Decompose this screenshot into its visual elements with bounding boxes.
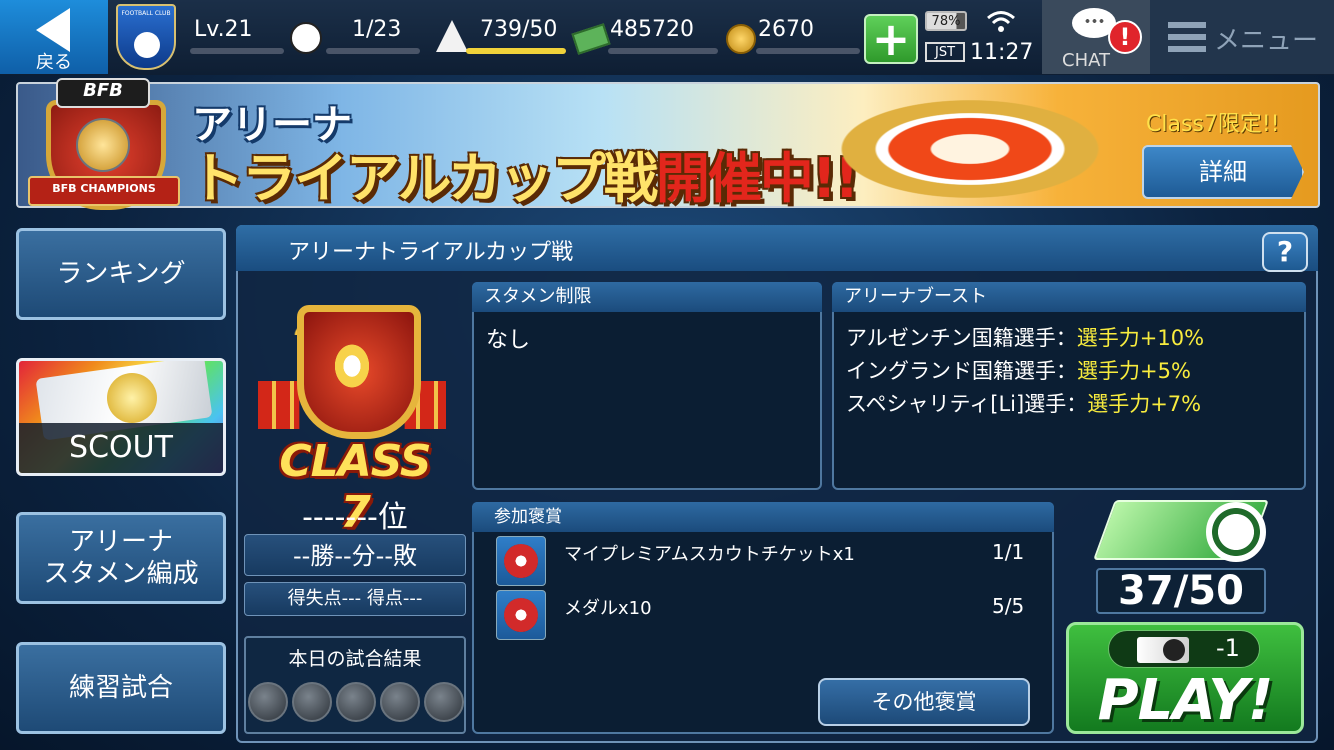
participation-rewards-header: 参加褒賞 [472,502,1054,532]
boost-label: アルゼンチン国籍選手： [846,326,1077,350]
starter-limit-panel [472,282,822,490]
reward-name: メダルx10 [564,598,652,619]
crest-ball-icon [134,32,160,58]
emblem-ribbon: BFB CHAMPIONS [28,176,180,206]
cone-icon [436,20,468,52]
phoenix-icon [332,341,372,391]
result-ball-icon [336,682,376,722]
win-loss-record: --勝--分--敗 [244,534,466,576]
boost-label: スペシャリティ[Li]選手： [846,392,1088,416]
reward-count: 1/1 [992,540,1025,564]
phoenix-emblem-icon [820,92,1120,206]
practice-match-button[interactable]: 練習試合 [16,642,226,734]
result-ball-icon [292,682,332,722]
reward-count: 5/5 [992,594,1025,618]
scout-label: SCOUT [19,423,223,473]
other-rewards-button[interactable]: その他褒賞 [818,678,1030,726]
chat-label: CHAT [1062,50,1111,71]
menu-icon [1168,22,1206,52]
scout-button[interactable]: SCOUT [16,358,226,476]
scout-sun-icon [107,373,157,423]
level-text: Lv.21 [194,17,253,42]
battery-icon: 78% [925,11,967,31]
boost-line: イングランド国籍選手：選手力+5% [846,355,1191,385]
arena-lineup-label-2: スタメン編成 [43,559,199,589]
scout-ticket-reward-icon [496,536,546,586]
today-results-title: 本日の試合結果 [288,648,422,670]
class-limited-text: Class7限定!! [1146,112,1280,137]
result-ball-icon [248,682,288,722]
crest-text: FOOTBALL CLUB [121,10,171,17]
emblem-top-text: BFB [56,78,150,108]
timezone-label: JST [925,42,965,62]
rank-text: -------位 [302,500,408,535]
emblem-ball-icon [76,118,130,172]
menu-button[interactable]: メニュー [1150,0,1334,74]
boost-label: イングランド国籍選手： [846,359,1077,383]
coin-bar [756,48,860,54]
clock: 11:27 [970,40,1034,65]
boost-value: 選手力+7% [1087,392,1202,416]
money-count: 485720 [610,17,694,42]
bfb-champions-emblem-icon: BFB BFB CHAMPIONS [24,78,180,216]
help-button[interactable]: ? [1262,232,1308,272]
starter-limit-value: なし [486,328,531,353]
money-bar [608,48,718,54]
reward-medal-icon [504,544,538,578]
back-label: 戻る [36,52,72,73]
play-label[interactable]: PLAY! [1066,668,1304,733]
back-arrow-icon [36,8,70,52]
play-cost-value: -1 [1216,634,1240,662]
medal-reward-icon [496,590,546,640]
ticket-small-icon [1137,637,1189,663]
wifi-icon [987,11,1015,32]
result-ball-icon [424,682,464,722]
coin-icon [726,24,756,54]
banner-title-main: トライアルカップ戦 [190,147,658,210]
boost-value: 選手力+5% [1077,359,1191,383]
ticket-count: 37/50 [1096,568,1266,614]
goal-stats: 得失点--- 得点--- [244,582,466,616]
chat-alert-badge: ! [1108,20,1142,54]
reward-medal-icon [504,598,538,632]
arena-boost-header: アリーナブースト [832,282,1306,312]
stamina-bar [466,48,566,54]
ranking-button[interactable]: ランキング [16,228,226,320]
starter-limit-header: スタメン制限 [472,282,822,312]
ball-count: 1/23 [352,17,402,42]
add-currency-button[interactable]: + [864,14,918,64]
class-emblem-icon [252,285,452,455]
arena-boost-panel [832,282,1306,490]
ticket-ball-icon [1206,502,1266,562]
ball-icon [290,22,322,54]
boost-line: アルゼンチン国籍選手：選手力+10% [846,322,1204,352]
play-ticket-icon [1093,496,1280,566]
level-bar [190,48,284,54]
banner-title-line2: トライアルカップ戦開催中!! [190,134,859,213]
club-crest-icon[interactable]: FOOTBALL CLUB [116,4,176,70]
coin-count: 2670 [758,17,814,42]
detail-button[interactable]: 詳細 [1142,145,1304,199]
menu-label: メニュー [1214,26,1319,56]
arena-lineup-button[interactable]: アリーナ スタメン編成 [16,512,226,604]
stamina-count: 739/50 [480,17,558,42]
arena-panel-title: アリーナトライアルカップ戦 [288,240,574,265]
arena-lineup-label-1: アリーナ [68,527,173,557]
reward-name: マイプレミアムスカウトチケットx1 [564,544,855,565]
boost-value: 選手力+10% [1076,326,1205,350]
result-ball-icon [380,682,420,722]
boost-line: スペシャリティ[Li]選手：選手力+7% [846,388,1201,418]
back-button[interactable]: 戻る [0,0,108,74]
ball-bar [326,48,420,54]
